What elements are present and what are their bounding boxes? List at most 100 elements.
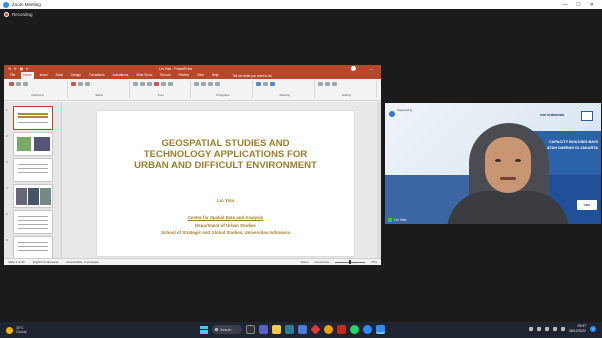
bold-icon[interactable] [132,82,138,86]
find-icon[interactable] [318,82,324,86]
clock[interactable]: 09:57 08/12/2022 [569,324,586,333]
tell-me-search[interactable]: Tell me what you want to do [232,74,271,78]
tab-transitions[interactable]: Transitions [87,72,106,79]
weather-widget[interactable]: 30°C Cloudy [6,326,27,334]
tab-file[interactable]: File [8,72,17,79]
start-button[interactable] [200,325,208,334]
chrome-icon[interactable] [324,325,333,334]
notification-badge[interactable]: 1 [590,325,596,332]
tab-animations[interactable]: Animations [111,72,131,79]
zoom-slider[interactable] [334,260,365,264]
thumb-number: 3 [6,160,8,164]
replace-icon[interactable] [325,82,331,86]
tab-draw[interactable]: Draw [54,72,65,79]
mouth [500,177,516,180]
slide-affiliation[interactable]: Center for Spatial Data and Analysis Dep… [97,214,354,237]
slide-thumbnail[interactable] [13,210,53,234]
current-slide[interactable]: GEOSPATIAL STUDIES AND TECHNOLOGY APPLIC… [97,111,354,256]
task-view-icon[interactable] [246,325,255,334]
teams-icon[interactable] [259,325,268,334]
tab-insert[interactable]: Insert [38,72,50,79]
italic-icon[interactable] [139,82,145,86]
zoom-level[interactable]: 75% [371,260,377,264]
font-size-icon[interactable] [160,82,166,86]
numbering-icon[interactable] [201,82,207,86]
new-slide-icon[interactable] [70,82,76,86]
slide-thumbnail[interactable] [13,236,53,260]
slide-thumbnail[interactable] [13,184,53,208]
desktop: Zoom Meeting — ☐ ✕ Recording ⟲ ⟳ ▣ ▾ Lin… [0,0,602,338]
office-icon[interactable] [310,324,321,335]
file-explorer-icon[interactable] [272,325,281,334]
quick-styles-icon[interactable] [270,82,276,86]
search-label: Search [220,327,232,332]
taskbar-search[interactable]: Search [212,325,242,334]
tab-record[interactable]: Record [158,72,172,79]
align-left-icon[interactable] [215,82,221,86]
ribbon-group-label: Drawing [279,93,290,97]
font-family-icon[interactable] [167,82,173,86]
tab-slide-show[interactable]: Slide Show [134,72,154,79]
quick-access-toolbar[interactable]: ⟲ ⟳ ▣ ▾ [8,67,29,71]
thumb-number: 5 [6,212,8,216]
wifi-icon[interactable] [545,326,550,331]
ribbon-group-label: Slides [95,93,104,97]
close-button[interactable]: ✕ [590,2,594,8]
chevron-up-icon[interactable] [529,326,534,331]
document-name: Lin Yola - PowerPoint [158,66,193,71]
slide-thumbnail[interactable] [13,158,53,182]
tab-design[interactable]: Design [69,72,83,79]
edge-icon[interactable] [285,325,294,334]
minimize-button[interactable]: — [562,2,567,8]
tab-review[interactable]: Review [177,72,191,79]
maximize-button[interactable]: ☐ [576,2,580,8]
volume-icon[interactable] [553,326,558,331]
language-indicator[interactable]: English (Indonesia) [33,260,59,264]
slide-author[interactable]: Lin Yola [97,198,354,203]
paste-icon[interactable] [9,82,14,86]
slide-title[interactable]: GEOSPATIAL STUDIES AND TECHNOLOGY APPLIC… [97,138,354,171]
ppt-window-controls[interactable]: — [370,67,378,71]
participant-video[interactable]: Supported by esri Indonesia CAPACITY BUI… [385,103,601,224]
window-controls: — ☐ ✕ [562,2,594,8]
comments-button[interactable]: Comments [314,260,329,264]
align-center-icon[interactable] [208,82,214,86]
powerpoint-icon[interactable] [337,325,346,334]
layout-icon[interactable] [77,82,83,86]
account-avatar[interactable] [350,66,356,71]
ppt-title-bar: ⟲ ⟳ ▣ ▾ Lin Yola - PowerPoint — [4,65,381,72]
select-icon[interactable] [332,82,338,86]
slide-counter: Slide 1 of 20 [8,260,25,264]
event-logo: DMS [577,200,597,210]
tab-help[interactable]: Help [210,72,221,79]
slide-thumbnail[interactable] [13,106,53,130]
notes-button[interactable]: Notes [301,260,309,264]
copy-icon[interactable] [23,82,28,86]
bullets-icon[interactable] [194,82,200,86]
battery-icon[interactable] [561,326,566,331]
ribbon-group-drawing: Drawing [255,81,316,98]
weather-desc: Cloudy [16,330,27,334]
shapes-icon[interactable] [256,82,262,86]
slide-editing-area[interactable]: GEOSPATIAL STUDIES AND TECHNOLOGY APPLIC… [62,102,381,258]
font-color-icon[interactable] [153,82,159,86]
accessibility-indicator[interactable]: Accessibility: Investigate [66,260,99,264]
arrange-icon[interactable] [263,82,269,86]
onedrive-icon[interactable] [537,326,542,331]
zoom-meeting-icon[interactable] [376,325,385,334]
whatsapp-icon[interactable] [350,325,359,334]
zoom-slider-handle[interactable] [348,260,351,264]
thumb-number: 2 [6,134,8,138]
taskbar-apps: Search [200,324,385,335]
ppt-status-bar: Slide 1 of 20 English (Indonesia) Access… [4,258,381,265]
tab-view[interactable]: View [195,72,206,79]
underline-icon[interactable] [146,82,152,86]
vertical-scrollbar[interactable] [377,102,381,258]
store-icon[interactable] [298,325,307,334]
zoom-taskbar-icon[interactable] [363,325,372,334]
recording-indicator[interactable]: Recording [4,12,33,17]
slide-thumbnail[interactable] [13,132,53,156]
cut-icon[interactable] [16,82,21,86]
tab-home[interactable]: Home [21,72,34,79]
reset-icon[interactable] [84,82,90,86]
